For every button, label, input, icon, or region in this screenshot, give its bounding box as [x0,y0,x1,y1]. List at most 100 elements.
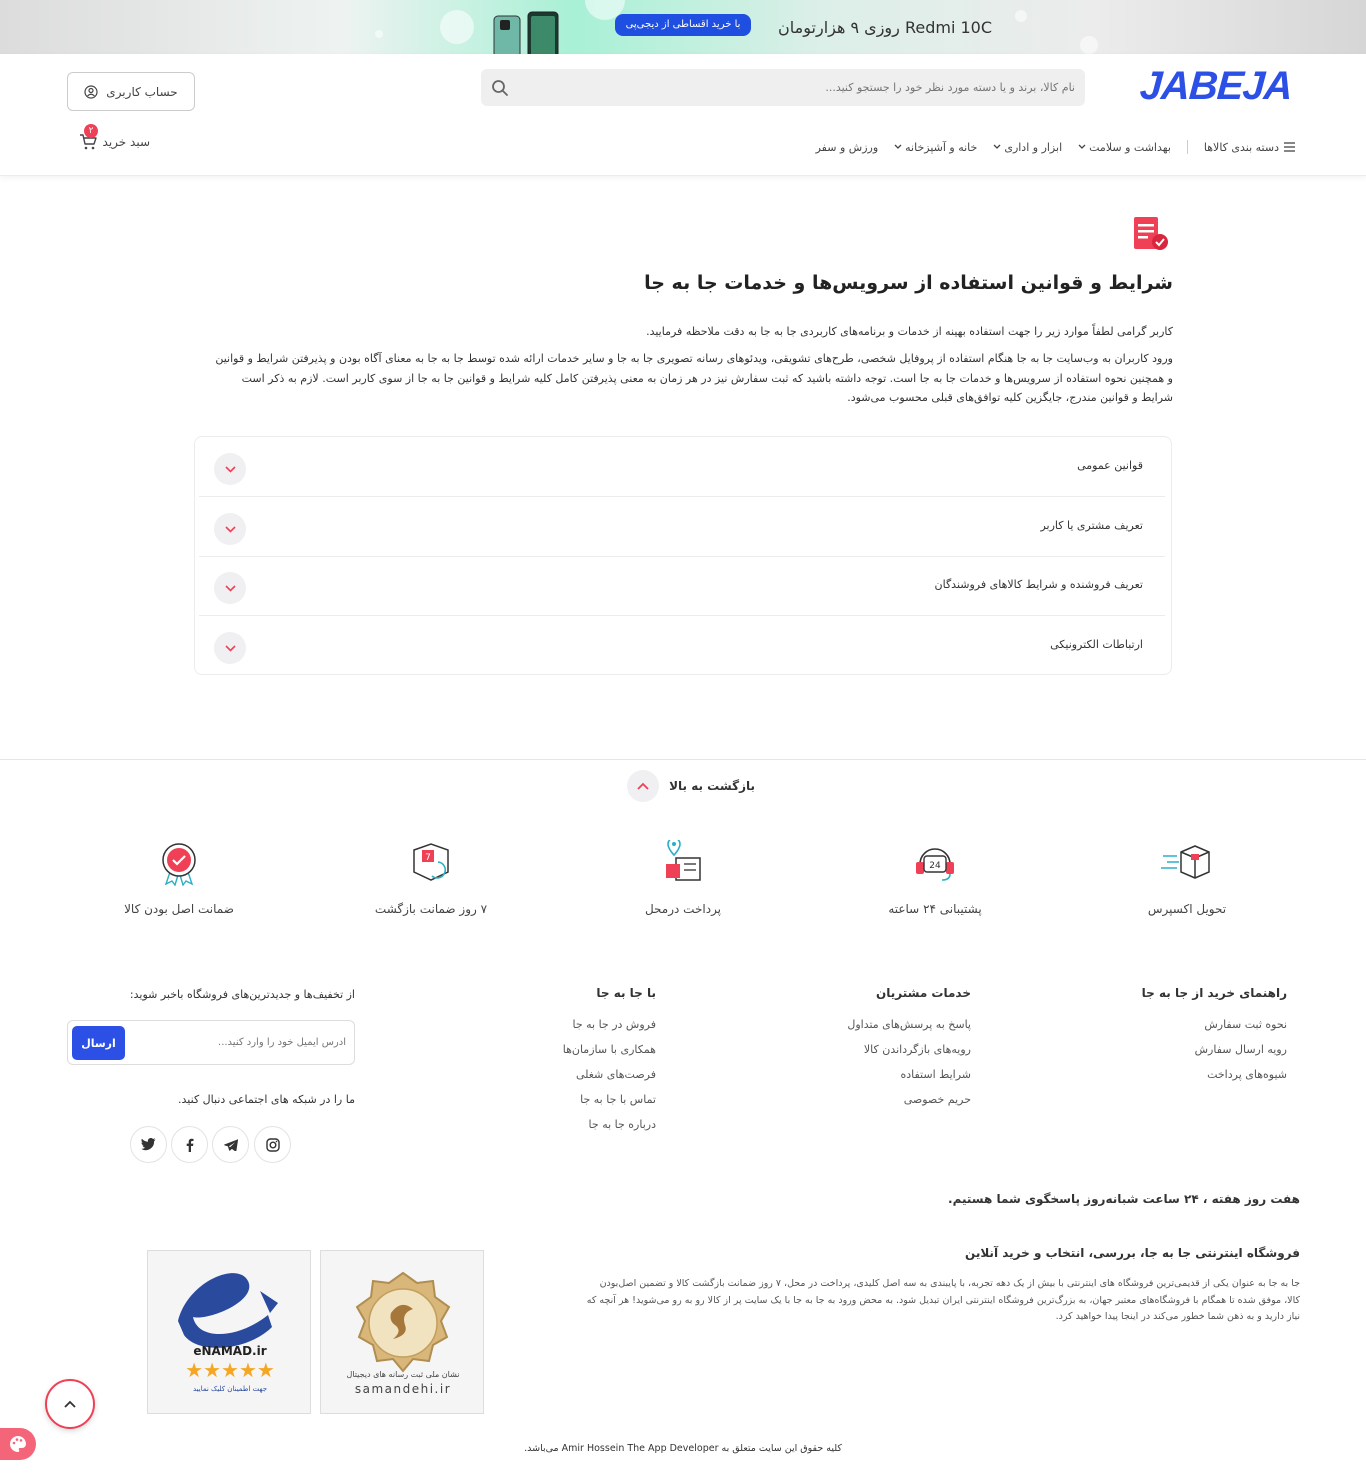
footer-link[interactable]: همکاری با سازمان‌ها [520,1043,656,1056]
social-title: ما را در شبکه های اجتماعی دنبال کنید. [178,1093,355,1106]
footer-link[interactable]: نحوه ثبت سفارش [1100,1018,1287,1031]
facebook-link[interactable] [171,1126,208,1163]
nav-item-health[interactable]: بهداشت و سلامت [1078,141,1171,154]
accordion-item-label: تعریف فروشنده و شرایط کالاهای فروشندگان [934,578,1143,591]
feature-original: ضمانت اصل بودن کالا [99,840,259,917]
newsletter-form: ارسال [67,1020,355,1065]
samandehi-logo: نشان ملی ثبت رسانه های دیجیتال samandehi… [347,1271,460,1396]
enamad-badge[interactable]: eNAMAD.ir ★★★★★ جهت اطمینان کلیک نمایید [147,1250,311,1414]
search-input[interactable] [535,69,1075,106]
intro-paragraph-2: ورود کاربران به وب‌سایت جا به جا هنگام ا… [215,352,1173,404]
support-24-icon: 24 [916,848,954,881]
scroll-to-top-button[interactable] [45,1379,95,1429]
accordion-item[interactable]: ارتباطات الکترونیکی [199,616,1165,676]
footer-link[interactable]: پاسخ به پرسش‌های متداول [800,1018,971,1031]
chevron-down-icon [894,144,902,149]
chevron-down-icon [224,644,236,652]
nav-categories[interactable]: دسته بندی کالاها [1204,141,1295,154]
accordion-toggle[interactable] [214,572,246,604]
accordion-toggle[interactable] [214,632,246,664]
footer-link[interactable]: تماس با جا به جا [520,1093,656,1106]
footer-link[interactable]: فرصت‌های شغلی [520,1068,656,1081]
newsletter-email-input[interactable] [146,1021,346,1064]
installment-pill[interactable]: با خرید اقساطی از دیجی‌پی [615,14,751,36]
footer-link[interactable]: حریم خصوصی [800,1093,971,1106]
footer-col-title: با جا به جا [596,986,656,1000]
badge-original-icon [162,843,196,886]
about-text: جا به جا به عنوان یکی از قدیمی‌ترین فروش… [586,1278,1300,1322]
twitter-link[interactable] [130,1126,167,1163]
accordion-item-label: ارتباطات الکترونیکی [1050,638,1143,651]
user-icon [84,84,98,99]
footer-link[interactable]: رویه ارسال سفارش [1100,1043,1287,1056]
feature-cod: پرداخت درمحل [603,840,763,917]
phone-image [493,11,559,54]
promo-banner[interactable]: با خرید اقساطی از دیجی‌پی Redmi 10C روزی… [0,0,1366,54]
newsletter-title: از تخفیف‌ها و جدیدترین‌های فروشگاه باخبر… [129,988,355,1001]
telegram-icon [223,1138,238,1151]
search-icon[interactable] [491,79,509,97]
nav-item-label: بهداشت و سلامت [1089,140,1171,154]
nav-item-home[interactable]: خانه و آشپزخانه [894,141,977,154]
about-title: فروشگاه اینترنتی جا به جا، بررسی، انتخاب… [965,1246,1300,1260]
nav-item-label: خانه و آشپزخانه [905,140,978,154]
footer-link[interactable]: درباره جا به جا [520,1118,656,1131]
feature-label: ضمانت اصل بودن کالا [124,902,234,916]
chevron-down-icon [224,465,236,473]
twitter-icon [141,1138,156,1151]
footer-link[interactable]: رویه‌های بازگرداندن کالا [800,1043,971,1056]
telegram-link[interactable] [212,1126,249,1163]
feature-label: پشتیبانی ۲۴ ساعته [888,902,982,916]
footer-col-services: خدمات مشتریان پاسخ به پرسش‌های متداول رو… [800,986,971,1118]
accordion-toggle[interactable] [214,453,246,485]
nav-item-sport[interactable]: ورزش و سفر [816,141,879,154]
footer-col-title: خدمات مشتریان [875,986,971,1000]
return-7-days-icon: 7 [413,843,449,881]
site-logo[interactable]: JABEJA [1138,64,1304,108]
enamad-logo: eNAMAD.ir ★★★★★ جهت اطمینان کلیک نمایید [178,1273,278,1393]
document-check-icon [1134,217,1168,250]
theme-switcher-button[interactable] [0,1428,36,1460]
feature-label: پرداخت درمحل [644,902,722,916]
account-button[interactable]: حساب کاربری [67,72,195,111]
back-to-top-button[interactable]: بازگشت به بالا [615,769,755,803]
instagram-link[interactable] [254,1126,291,1163]
footer-col-about: با جا به جا فروش در جا به جا همکاری با س… [520,986,656,1143]
footer-link[interactable]: فروش در جا به جا [520,1018,656,1031]
chevron-down-icon [1078,144,1086,149]
feature-return: 7 ۷ روز ضمانت بازگشت [351,840,511,917]
cash-on-delivery-icon [666,840,701,881]
enamad-caption: جهت اطمینان کلیک نمایید [193,1385,267,1393]
feature-support: 24 پشتیبانی ۲۴ ساعته [855,840,1015,917]
accordion-item[interactable]: تعریف فروشنده و شرایط کالاهای فروشندگان [199,556,1165,616]
section-divider [0,759,1366,760]
back-to-top-circle [627,770,660,802]
nav-item-label: ورزش و سفر [815,140,879,154]
samandehi-badge[interactable]: نشان ملی ثبت رسانه های دیجیتال samandehi… [320,1250,484,1414]
cart-label: سبد خرید [102,135,150,149]
search-bar[interactable] [481,69,1085,106]
support-hours-text: هفت روز هفته ، ۲۴ ساعت شبانه‌روز پاسخگوی… [948,1192,1300,1206]
nav-item-tools[interactable]: ابزار و اداری [993,141,1062,154]
accordion-toggle[interactable] [214,513,246,545]
chevron-down-icon [224,584,236,592]
footer-link[interactable]: شیوه‌های پرداخت [1100,1068,1287,1081]
chevron-down-icon [224,525,236,533]
footer-link[interactable]: شرایط استفاده [800,1068,971,1081]
svg-text:24: 24 [929,861,941,871]
accordion-item[interactable]: تعریف مشتری یا کاربر [199,497,1165,557]
svg-text:7: 7 [425,853,431,863]
accordion-item[interactable]: قوانین عمومی [199,437,1165,497]
accordion-item-label: قوانین عمومی [1077,459,1143,472]
cart-button[interactable]: سبد خرید ۲ [70,124,150,154]
account-label: حساب کاربری [106,84,178,99]
terms-accordion: قوانین عمومی تعریف مشتری یا کاربر تعریف … [194,436,1172,675]
nav-divider [1186,140,1188,154]
samandehi-caption: نشان ملی ثبت رسانه های دیجیتال [347,1370,460,1379]
menu-icon [1284,142,1295,152]
newsletter-submit-button[interactable]: ارسال [72,1026,125,1060]
accordion-item-label: تعریف مشتری یا کاربر [1040,519,1143,532]
main-nav: دسته بندی کالاها بهداشت و سلامت ابزار و … [805,138,1295,156]
chevron-up-icon [637,782,649,790]
page-title: شرایط و قوانین استفاده از سرویس‌ها و خدم… [644,272,1173,294]
